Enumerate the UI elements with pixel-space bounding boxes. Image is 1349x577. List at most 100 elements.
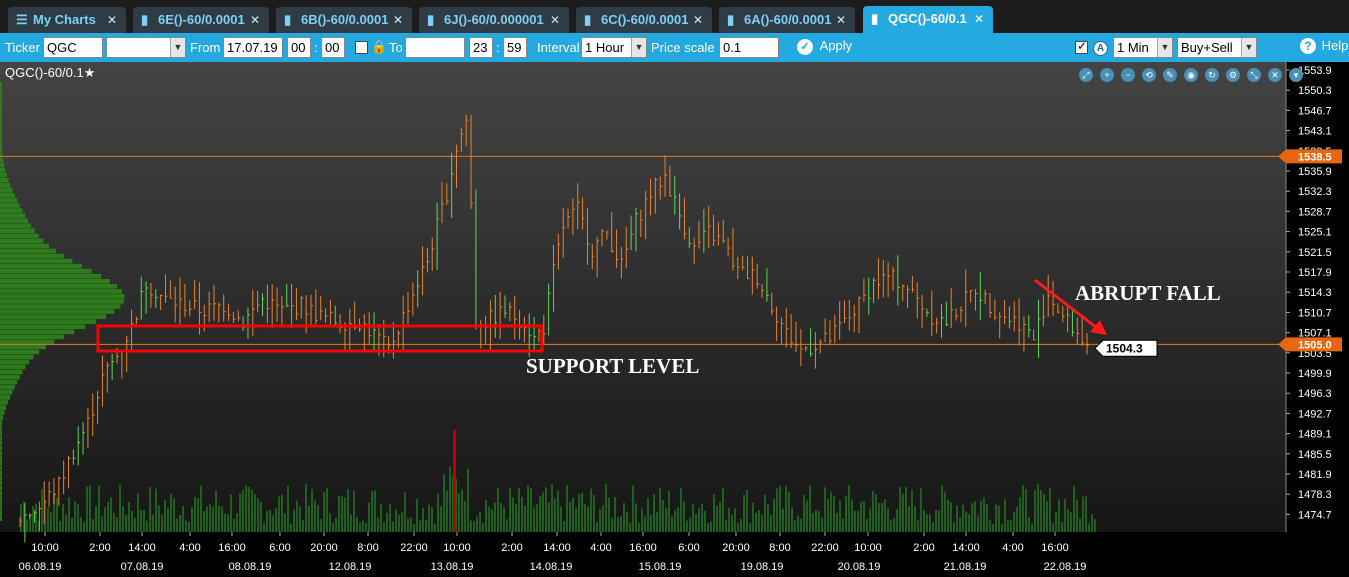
profile-bar [0,374,20,380]
close-icon[interactable]: ✕ [974,6,984,32]
volume-bar [965,511,967,532]
bar-chart-icon: ▮ [727,12,735,27]
volume-bar [1052,523,1054,532]
profile-bar [0,268,92,274]
from-date-input[interactable]: 17.07.19 [223,37,283,58]
tab-6b[interactable]: ▮ 6B()-60/0.0001 ✕ [276,7,412,33]
volume-bar [572,497,574,532]
volume-bar [389,504,391,532]
bar-chart-icon: ▮ [584,12,592,27]
price-scale-input[interactable]: 0.1 [719,37,779,58]
zoom-in-icon[interactable]: + [1100,68,1114,82]
refresh-icon[interactable]: ↻ [1205,68,1219,82]
time-tick-label: 16:00 [1041,542,1069,554]
apply-button[interactable]: ✓ Apply [797,38,852,55]
volume-bar [989,520,991,532]
profile-bar [0,263,82,269]
volume-bar [902,493,904,532]
to-minute-input[interactable]: 59 [503,37,527,58]
help-button[interactable]: ? Help [1300,38,1348,54]
volume-bar [197,498,199,532]
volume-bar [1010,520,1012,532]
close-icon[interactable]: ✕ [250,7,260,33]
to-date-input[interactable] [405,37,465,58]
volume-bar [356,517,358,532]
volume-bar [782,508,784,532]
volume-bar [743,494,745,532]
from-hour-input[interactable]: 00 [287,37,311,58]
profile-bar [0,137,2,143]
interval-select[interactable]: 1 Hour ▼ [581,37,647,58]
volume-bar [149,486,151,532]
volume-bar [1004,499,1006,532]
volume-bar [656,511,658,532]
eye-icon[interactable]: ◉ [1184,68,1198,82]
volume-bar [770,514,772,532]
volume-bar [263,523,265,532]
zoom-out-icon[interactable]: − [1121,68,1135,82]
tab-6c[interactable]: ▮ 6C()-60/0.0001 ✕ [576,7,712,33]
close-icon[interactable]: ✕ [1268,68,1282,82]
chevron-down-icon[interactable]: ▾ [1289,68,1303,82]
volume-bar [677,507,679,532]
tab-my-charts[interactable]: ☰ My Charts ✕ [8,7,126,33]
auto-checkbox[interactable] [1075,39,1088,54]
timeframe-select[interactable]: 1 Min ▼ [1113,37,1173,58]
profile-bar [0,465,2,471]
volume-bar [995,504,997,532]
ticker-input[interactable]: QGC [43,37,103,58]
tab-6j[interactable]: ▮ 6J()-60/0.000001 ✕ [419,7,569,33]
tab-label: 6E()-60/0.0001 [158,12,245,27]
volume-bar [956,505,958,532]
volume-bar [695,513,697,532]
volume-bar [797,515,799,532]
volume-bar [740,518,742,532]
volume-bar [257,498,259,532]
side-select[interactable]: Buy+Sell ▼ [1177,37,1257,58]
volume-bar [878,502,880,532]
volume-bar [668,490,670,532]
profile-bar [0,324,86,330]
help-icon: ? [1300,38,1316,54]
to-hour-input[interactable]: 23 [469,37,493,58]
date-tick-label: 07.08.19 [121,561,164,573]
tab-6e[interactable]: ▮ 6E()-60/0.0001 ✕ [133,7,269,33]
volume-bar [110,497,112,532]
volume-bar [845,495,847,532]
volume-bar [860,501,862,532]
tab-6a[interactable]: ▮ 6A()-60/0.0001 ✕ [719,7,855,33]
interval-label: Interval [537,40,580,55]
volume-bar [881,502,883,532]
volume-bar [155,488,157,532]
close-icon[interactable]: ✕ [836,7,846,33]
auto-icon[interactable]: A [1093,41,1108,56]
ticker-dropdown[interactable]: ▼ [106,37,186,58]
volume-bar [1034,490,1036,532]
price-chart[interactable]: 1553.91550.31546.71543.11539.51535.91532… [0,62,1349,577]
chart-area[interactable]: 1553.91550.31546.71543.11539.51535.91532… [0,62,1349,577]
zoom-fit-icon[interactable]: ⤢ [1079,68,1093,82]
volume-bar [986,504,988,532]
profile-bar [0,329,75,335]
expand-icon[interactable]: ⤡ [1247,68,1261,82]
zoom-reset-icon[interactable]: ⟲ [1142,68,1156,82]
volume-bar [752,502,754,532]
volume-bar [50,512,52,532]
volume-bar [530,488,532,532]
volume-bar [137,493,139,532]
close-icon[interactable]: ✕ [550,7,560,33]
pencil-icon[interactable]: ✎ [1163,68,1177,82]
volume-bar [941,484,943,532]
volume-bar [488,506,490,532]
volume-bar [362,520,364,532]
lock-checkbox[interactable] [355,41,368,54]
volume-bars [20,430,1096,532]
close-icon[interactable]: ✕ [107,7,117,33]
tab-qgc[interactable]: ▮ QGC()-60/0.1 ✕ [863,6,993,33]
close-icon[interactable]: ✕ [693,7,703,33]
price-tick-label: 1492.7 [1298,408,1332,420]
close-icon[interactable]: ✕ [393,7,403,33]
favorite-star-icon[interactable]: ★ [84,65,96,80]
gear-icon[interactable]: ⚙ [1226,68,1240,82]
from-minute-input[interactable]: 00 [321,37,345,58]
